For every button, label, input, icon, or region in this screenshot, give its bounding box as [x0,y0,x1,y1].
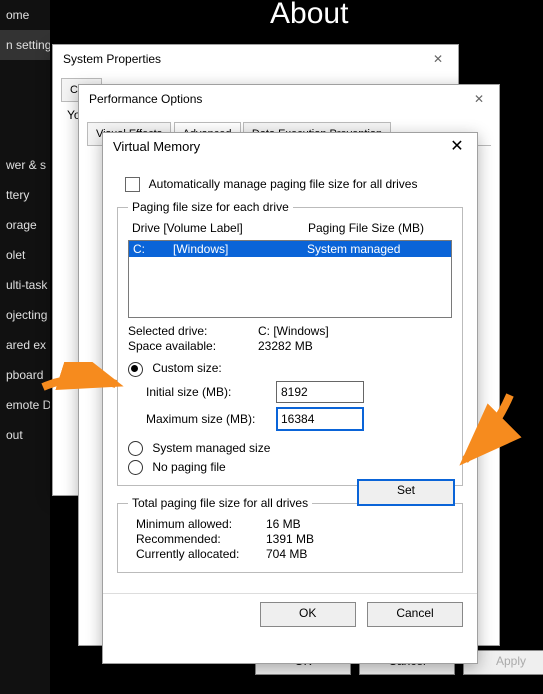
window-title: System Properties [53,45,458,73]
sidebar-item[interactable]: olet [0,240,50,270]
dialog-buttons: OK Cancel [103,593,477,635]
totals-group: Total paging file size for all drives Mi… [117,496,463,573]
cur-value: 704 MB [266,547,307,561]
sidebar-item[interactable]: ttery [0,180,50,210]
selected-drive-label: Selected drive: [128,324,258,338]
close-icon[interactable]: ✕ [437,133,477,161]
settings-sidebar: ome n setting wer & s ttery orage olet u… [0,0,50,694]
set-button[interactable]: Set [357,479,455,506]
cancel-button[interactable]: Cancel [367,602,463,627]
sidebar-item[interactable]: wer & s [0,150,50,180]
cur-label: Currently allocated: [136,547,266,561]
custom-size-radio[interactable]: Custom size: [128,361,452,376]
drive-list[interactable]: C: [Windows] System managed [128,240,452,318]
min-label: Minimum allowed: [136,517,266,531]
rec-value: 1391 MB [266,532,314,546]
virtual-memory-dialog: Virtual Memory ✕ Automatically manage pa… [102,132,478,664]
drive-row-selected[interactable]: C: [Windows] System managed [129,241,451,257]
sidebar-item[interactable]: ome [0,0,50,30]
space-value: 23282 MB [258,339,313,353]
about-header: About [270,0,348,31]
group-legend: Total paging file size for all drives [128,496,312,510]
drive-label: [Windows] [173,242,307,256]
sidebar-item[interactable]: ojecting [0,300,50,330]
sidebar-item[interactable]: n setting [0,30,50,60]
window-title: Performance Options [79,85,499,113]
initial-size-label: Initial size (MB): [146,385,276,399]
close-icon[interactable]: ✕ [418,45,458,73]
radio-icon[interactable] [128,460,143,475]
radio-icon[interactable] [128,362,143,377]
no-paging-label: No paging file [152,460,225,474]
ok-button[interactable]: OK [260,602,356,627]
no-paging-radio[interactable]: No paging file [128,460,452,475]
window-title: Virtual Memory [103,133,477,161]
rec-label: Recommended: [136,532,266,546]
custom-size-label: Custom size: [152,361,221,375]
initial-size-input[interactable] [276,381,364,403]
max-size-input[interactable] [276,407,364,431]
selected-drive-value: C: [Windows] [258,324,329,338]
sidebar-item[interactable]: emote Desktop [0,390,50,420]
group-legend: Paging file size for each drive [128,200,293,214]
col-drive: Drive [Volume Label] [132,221,308,235]
sidebar-item[interactable]: pboard [0,360,50,390]
sidebar-item[interactable]: out [0,420,50,450]
drive-pfs: System managed [307,242,447,256]
auto-manage-label: Automatically manage paging file size fo… [149,177,418,191]
checkbox-icon[interactable] [125,177,140,192]
max-size-label: Maximum size (MB): [146,412,276,426]
radio-icon[interactable] [128,441,143,456]
auto-manage-row[interactable]: Automatically manage paging file size fo… [125,177,463,192]
sidebar-item[interactable]: orage [0,210,50,240]
min-value: 16 MB [266,517,301,531]
drive-letter: C: [133,242,173,256]
drive-group: Paging file size for each drive Drive [V… [117,200,463,486]
sidebar-item[interactable]: ulti-task [0,270,50,300]
sidebar-item[interactable]: ared ex [0,330,50,360]
col-pfs: Paging File Size (MB) [308,221,448,235]
system-managed-label: System managed size [152,441,270,455]
system-managed-radio[interactable]: System managed size [128,441,452,456]
drive-list-header: Drive [Volume Label] Paging File Size (M… [128,220,452,236]
close-icon[interactable]: ✕ [459,85,499,113]
space-label: Space available: [128,339,258,353]
